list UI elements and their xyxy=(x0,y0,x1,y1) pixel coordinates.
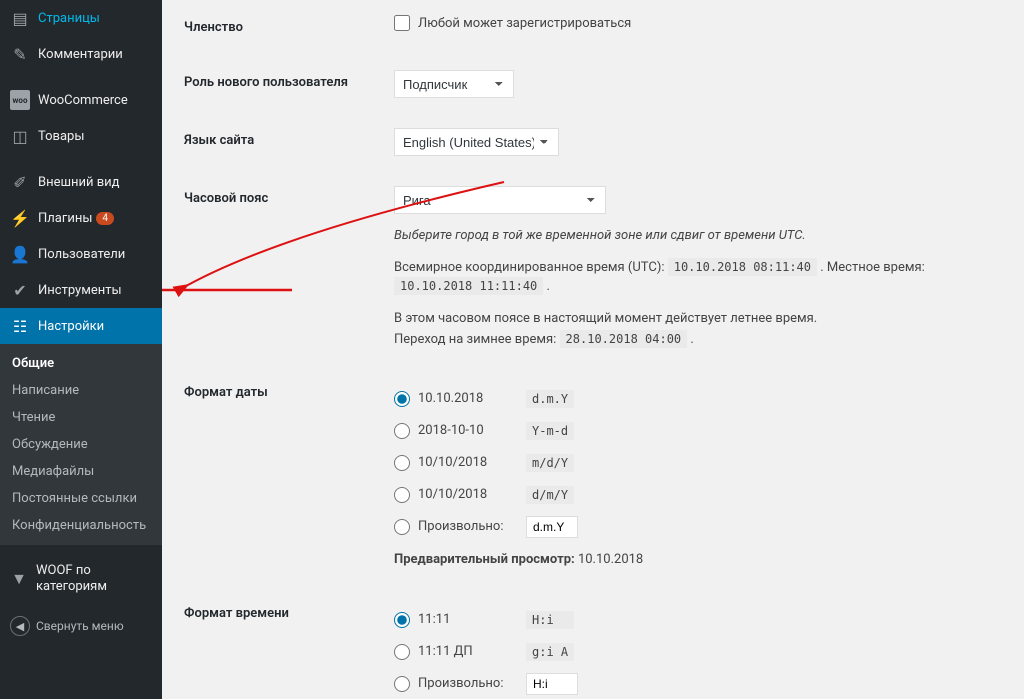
filter-icon: ▼ xyxy=(10,569,28,589)
page-icon: ▤ xyxy=(10,8,30,28)
submenu-discussion[interactable]: Обсуждение xyxy=(0,431,162,458)
collapse-icon: ◀ xyxy=(10,616,30,636)
settings-submenu: Общие Написание Чтение Обсуждение Медиаф… xyxy=(0,344,162,545)
sidebar-item-comments[interactable]: ✎Комментарии xyxy=(0,36,162,72)
sidebar-item-appearance[interactable]: ✐Внешний вид xyxy=(0,164,162,200)
sidebar-item-woocommerce[interactable]: wooWooCommerce xyxy=(0,82,162,118)
collapse-menu-button[interactable]: ◀Свернуть меню xyxy=(0,608,162,644)
date-preview: Предварительный просмотр: 10.10.2018 xyxy=(394,552,992,567)
settings-content: Членство Любой может зарегистрироваться … xyxy=(162,0,1024,699)
sidebar-item-settings[interactable]: ☷Настройки xyxy=(0,308,162,344)
submenu-privacy[interactable]: Конфиденциальность xyxy=(0,512,162,539)
time-opt-2-radio[interactable] xyxy=(394,644,410,660)
date-opt-1-radio[interactable] xyxy=(394,391,410,407)
admin-sidebar: ▤Страницы ✎Комментарии wooWooCommerce ◫Т… xyxy=(0,0,162,699)
user-icon: 👤 xyxy=(10,244,30,264)
timezone-dst: В этом часовом поясе в настоящий момент … xyxy=(394,309,992,329)
sidebar-item-pages[interactable]: ▤Страницы xyxy=(0,0,162,36)
date-format-label: Формат даты xyxy=(184,365,384,586)
submenu-permalinks[interactable]: Постоянные ссылки xyxy=(0,485,162,512)
winter-time: 28.10.2018 04:00 xyxy=(560,330,688,348)
submenu-reading[interactable]: Чтение xyxy=(0,404,162,431)
sidebar-item-plugins[interactable]: ⚡Плагины4 xyxy=(0,200,162,236)
submenu-writing[interactable]: Написание xyxy=(0,377,162,404)
submenu-general[interactable]: Общие xyxy=(0,350,162,377)
date-opt-3-radio[interactable] xyxy=(394,455,410,471)
time-custom-input[interactable] xyxy=(526,673,578,695)
lang-select[interactable]: English (United States) xyxy=(394,128,559,156)
comment-icon: ✎ xyxy=(10,44,30,64)
date-opt-custom-radio[interactable] xyxy=(394,519,410,535)
membership-checkbox-label[interactable]: Любой может зарегистрироваться xyxy=(394,15,631,31)
sidebar-item-woof[interactable]: ▼WOOF по категориям xyxy=(0,555,162,602)
date-opt-2-radio[interactable] xyxy=(394,423,410,439)
date-custom-input[interactable] xyxy=(526,516,578,538)
woo-icon: woo xyxy=(10,90,30,110)
sidebar-item-users[interactable]: 👤Пользователи xyxy=(0,236,162,272)
role-label: Роль нового пользователя xyxy=(184,55,384,113)
slider-icon: ☷ xyxy=(10,316,30,336)
time-opt-1-radio[interactable] xyxy=(394,612,410,628)
submenu-media[interactable]: Медиафайлы xyxy=(0,458,162,485)
timezone-utc: Всемирное координированное время (UTC): … xyxy=(394,258,992,297)
time-opt-custom-radio[interactable] xyxy=(394,676,410,692)
timezone-select[interactable]: Рига xyxy=(394,186,606,214)
brush-icon: ✐ xyxy=(10,172,30,192)
sidebar-item-products[interactable]: ◫Товары xyxy=(0,118,162,154)
plug-icon: ⚡ xyxy=(10,208,30,228)
lang-label: Язык сайта xyxy=(184,113,384,171)
sidebar-item-tools[interactable]: ✔Инструменты xyxy=(0,272,162,308)
membership-checkbox[interactable] xyxy=(394,15,410,31)
date-opt-4-radio[interactable] xyxy=(394,487,410,503)
time-format-label: Формат времени xyxy=(184,586,384,699)
update-badge: 4 xyxy=(96,212,114,225)
local-time: 10.10.2018 11:11:40 xyxy=(394,277,543,295)
timezone-winter: Переход на зимнее время: 28.10.2018 04:0… xyxy=(394,330,992,350)
wrench-icon: ✔ xyxy=(10,280,30,300)
product-icon: ◫ xyxy=(10,126,30,146)
utc-time: 10.10.2018 08:11:40 xyxy=(668,258,817,276)
timezone-desc: Выберите город в той же временной зоне и… xyxy=(394,226,992,246)
membership-label: Членство xyxy=(184,0,384,55)
timezone-label: Часовой пояс xyxy=(184,171,384,365)
role-select[interactable]: Подписчик xyxy=(394,70,514,98)
